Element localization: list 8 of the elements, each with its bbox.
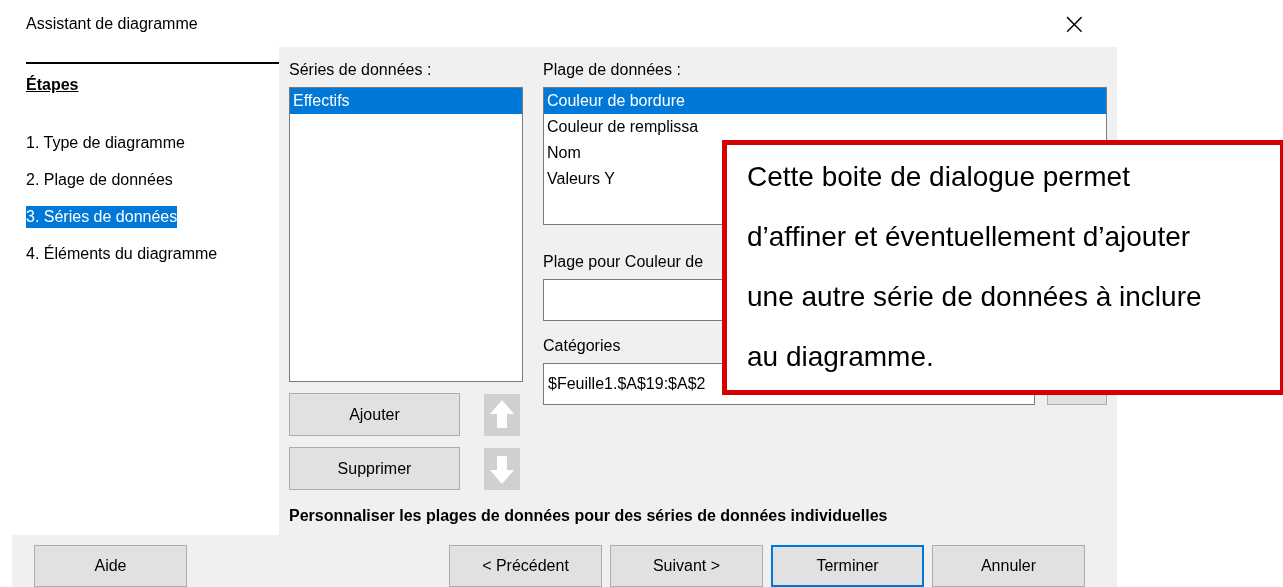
series-label: Séries de données : xyxy=(289,61,433,79)
hint-text: Personnaliser les plages de données pour des séries de données individuelles xyxy=(289,507,889,526)
categories-label: Catégories xyxy=(543,337,622,355)
callout-tooltip: Cette boite de dialogue permet d’affiner et éventuellement d’ajouter une autre série de données à inclure au diagramme. xyxy=(722,140,1283,395)
steps-heading: Étapes xyxy=(26,76,79,94)
data-range-label: Plage de données : xyxy=(543,61,682,79)
window-title: Assistant de diagramme xyxy=(26,14,198,33)
range-field-label: Plage pour Couleur de xyxy=(543,253,705,271)
